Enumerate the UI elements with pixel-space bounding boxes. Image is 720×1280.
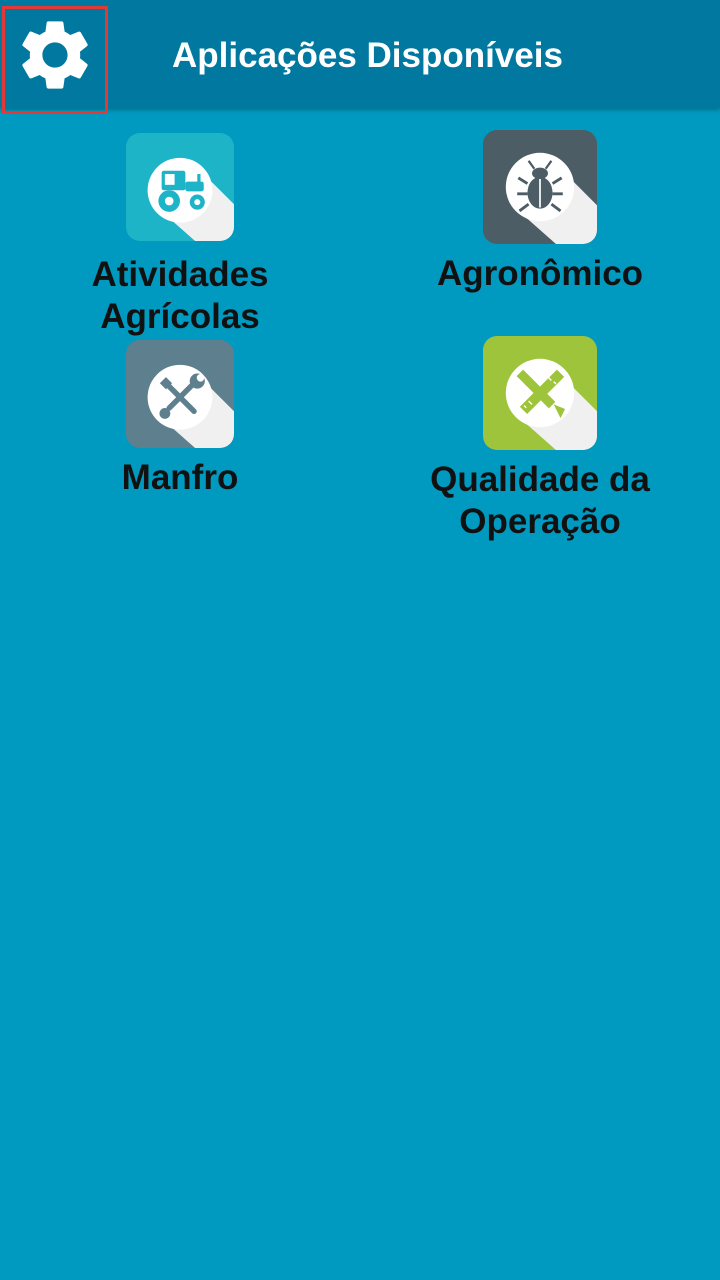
tile-icon-agronomico [483, 130, 597, 244]
app-bar: Aplicações Disponíveis [0, 0, 720, 114]
gear-icon [22, 21, 88, 89]
tile-icon-manfro [126, 340, 234, 448]
settings-button[interactable] [2, 6, 108, 114]
app-label-line1: Atividades [91, 255, 269, 294]
app-tile-agronomico[interactable]: Agronômico [390, 130, 690, 295]
app-label-line1: Agronômico [436, 254, 644, 293]
app-tile-label: Manfro [30, 457, 330, 499]
tile-icon-qualidade [483, 336, 597, 450]
tile-icon-atividades [126, 133, 234, 241]
tools-icon [126, 340, 234, 448]
ruler-pencil-icon [483, 336, 597, 450]
app-label-line2: Agrícolas [100, 297, 260, 336]
app-tile-label: Qualidade da Operação [390, 459, 690, 543]
app-tile-atividades-agricolas[interactable]: Atividades Agrícolas [30, 133, 330, 338]
app-label-line1: Qualidade da [430, 460, 650, 499]
app-tile-label: Agronômico [390, 253, 690, 295]
tractor-icon [126, 133, 234, 241]
app-label-line1: Manfro [121, 458, 239, 497]
app-tile-manfro[interactable]: Manfro [30, 340, 330, 499]
app-tile-label: Atividades Agrícolas [30, 254, 330, 338]
app-tile-qualidade-operacao[interactable]: Qualidade da Operação [390, 336, 690, 543]
bug-icon [483, 130, 597, 244]
page-title: Aplicações Disponíveis [172, 36, 563, 75]
app-label-line2: Operação [459, 502, 621, 541]
